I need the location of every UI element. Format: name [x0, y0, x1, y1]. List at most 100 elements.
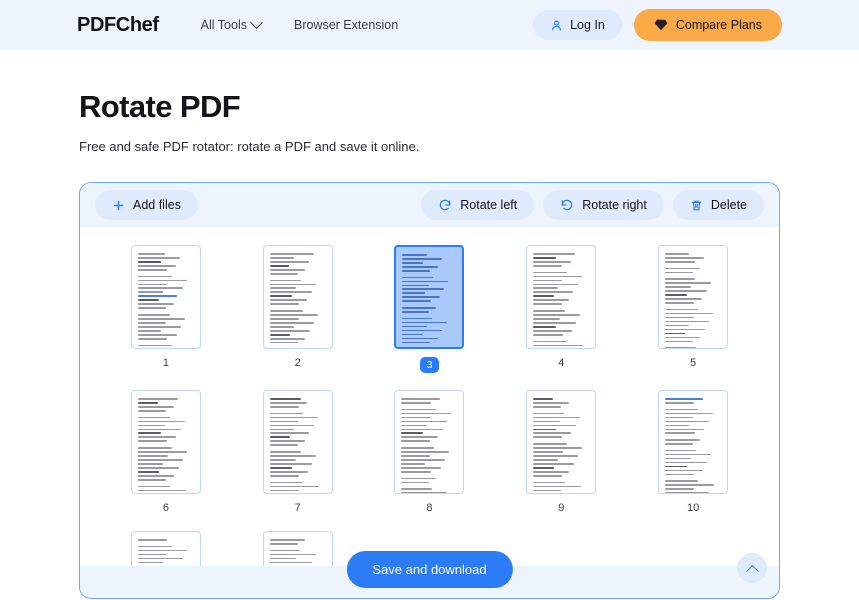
- thumbnail-text-line: [401, 466, 441, 469]
- thumbnail-text-line: [138, 493, 166, 494]
- thumbnail-text-line: [402, 337, 439, 340]
- thumbnail-text-line: [269, 314, 319, 316]
- thumbnail-text-line: [665, 286, 692, 288]
- thumbnail-text-line: [269, 325, 295, 328]
- thumbnail-text-line: [269, 287, 297, 290]
- delete-button[interactable]: Delete: [672, 190, 764, 220]
- scroll-to-top-button[interactable]: [737, 553, 767, 583]
- thumbnail-text-line: [401, 398, 441, 400]
- thumbnail-text-line: [533, 344, 583, 347]
- thumbnail-text-line: [137, 416, 170, 419]
- thumbnail-text-line: [665, 461, 707, 464]
- login-button[interactable]: Log In: [533, 10, 622, 40]
- thumbnail-text-line: [533, 317, 561, 320]
- thumbnail-text-line: [137, 337, 168, 340]
- thumbnail-text-line: [401, 408, 436, 411]
- thumbnail-text-line: [269, 412, 303, 415]
- thumbnail-text-line: [665, 302, 694, 304]
- page-thumbnail[interactable]: [658, 245, 729, 349]
- thumbnail-text-line: [533, 271, 567, 274]
- thumbnail-text-line: [402, 333, 424, 336]
- thumbnail-text-line: [665, 449, 696, 452]
- thumbnail-text-line: [137, 329, 162, 332]
- thumbnail-text-line: [401, 416, 432, 419]
- page-thumbnail[interactable]: [526, 390, 597, 494]
- page-thumbnail[interactable]: [262, 390, 333, 494]
- page-thumbnail[interactable]: [130, 390, 201, 494]
- page-thumbnail-grid: 123456789101112: [80, 227, 779, 598]
- page-number-label: 6: [162, 502, 169, 514]
- thumbnail-text-line: [533, 310, 565, 312]
- thumbnail-text-line: [401, 436, 439, 439]
- thumbnail-text-line: [402, 284, 430, 287]
- thumbnail-text-line: [665, 260, 695, 263]
- thumbnail-text-line: [533, 493, 576, 494]
- save-and-download-button[interactable]: Save and download: [346, 551, 513, 588]
- editor-toolbar: Add files Rotate left Rotate right Delet…: [80, 183, 779, 227]
- page-thumbnail-cell: 5: [627, 245, 759, 373]
- rotate-left-label: Rotate left: [460, 198, 518, 212]
- user-icon: [550, 19, 563, 32]
- editor-bottom-bar: Save and download: [80, 551, 779, 598]
- page-thumbnail[interactable]: [130, 245, 201, 349]
- thumbnail-text-line: [269, 481, 304, 484]
- thumbnail-text-line: [137, 314, 170, 316]
- thumbnail-text-line: [137, 260, 161, 263]
- thumbnail-text-line: [269, 436, 290, 439]
- thumbnail-text-line: [533, 314, 581, 316]
- nav-item-browser-extension[interactable]: Browser Extension: [294, 18, 398, 32]
- rotate-left-button[interactable]: Rotate left: [421, 190, 535, 220]
- page-thumbnail-cell: 6: [100, 390, 232, 514]
- thumbnail-text-line: [665, 256, 705, 259]
- page-body: Rotate PDF Free and safe PDF rotator: ro…: [0, 89, 859, 599]
- thumbnail-text-line: [269, 470, 308, 473]
- thumbnail-text-line: [269, 444, 298, 447]
- add-files-button[interactable]: Add files: [95, 190, 198, 220]
- thumbnail-text-line: [137, 398, 179, 400]
- thumbnail-text-line: [665, 457, 692, 460]
- thumbnail-text-line: [137, 489, 186, 492]
- thumbnail-text-line: [269, 424, 314, 427]
- thumbnail-text-line: [137, 455, 168, 457]
- thumbnail-text-line: [533, 275, 583, 278]
- page-thumbnail[interactable]: [526, 245, 597, 349]
- page-thumbnail[interactable]: [394, 390, 465, 494]
- thumbnail-text-line: [665, 443, 693, 445]
- thumbnail-text-line: [402, 311, 430, 313]
- thumbnail-text-line: [269, 485, 319, 488]
- thumbnail-text-line: [665, 439, 701, 441]
- thumbnail-text-line: [533, 325, 557, 328]
- thumbnail-text-line: [533, 348, 563, 349]
- thumbnail-text-line: [269, 321, 315, 324]
- thumbnail-text-line: [269, 466, 293, 469]
- page-thumbnail[interactable]: [658, 390, 729, 494]
- thumbnail-text-line: [402, 307, 436, 309]
- page-subtitle: Free and safe PDF rotator: rotate a PDF …: [79, 139, 420, 154]
- page-thumbnail-cell: 9: [495, 390, 627, 514]
- thumbnail-text-line: [533, 455, 579, 457]
- thumbnail-text-line: [401, 424, 428, 427]
- compare-plans-button[interactable]: Compare Plans: [633, 9, 782, 41]
- thumbnail-text-line: [137, 451, 188, 453]
- thumbnail-text-line: [533, 466, 554, 469]
- page-number-label: 7: [294, 502, 301, 514]
- thumbnail-text-line: [137, 485, 171, 488]
- thumbnail-text-line: [137, 549, 188, 552]
- thumbnail-text-line: [402, 269, 430, 272]
- thumbnail-text-line: [401, 447, 434, 449]
- logo[interactable]: PDFChef: [77, 14, 159, 37]
- page-thumbnail[interactable]: [262, 245, 333, 349]
- nav-item-all-tools[interactable]: All Tools: [201, 15, 263, 32]
- page-thumbnail[interactable]: [394, 245, 465, 349]
- chevron-up-icon: [745, 564, 759, 578]
- thumbnail-text-line: [269, 341, 298, 344]
- rotate-right-button[interactable]: Rotate right: [543, 190, 664, 220]
- thumbnail-text-line: [137, 307, 167, 309]
- page-number-label: 8: [426, 502, 433, 514]
- thumbnail-text-line: [269, 451, 301, 453]
- thumbnail-text-line: [665, 401, 694, 404]
- thumbnail-text-line: [533, 436, 563, 439]
- compare-plans-label: Compare Plans: [675, 18, 762, 32]
- thumbnail-text-line: [665, 282, 711, 284]
- thumbnail-text-line: [401, 492, 448, 493]
